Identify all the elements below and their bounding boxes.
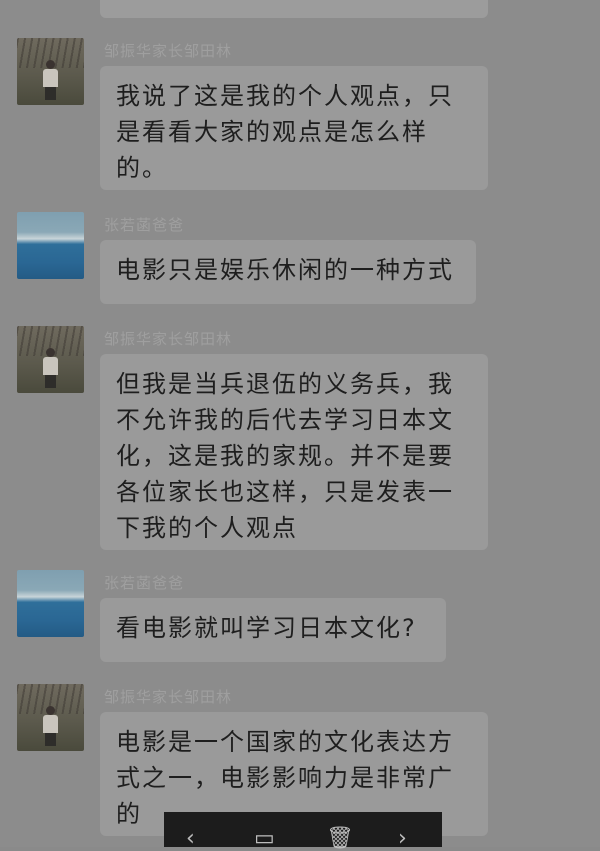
message-bubble[interactable]: 电影只是娱乐休闲的一种方式 (100, 240, 476, 304)
message-text-line: 的。 (116, 154, 168, 182)
avatar[interactable] (17, 684, 84, 751)
message-text-line: 下我的个人观点 (116, 514, 298, 542)
message-text-line: 不允许我的后代去学习日本文 (116, 406, 454, 434)
message-text-line: 化，这是我的家规。并不是要 (116, 442, 454, 470)
message-text-line: 各位家长也这样，只是发表一 (116, 478, 454, 506)
message-text-line: 看电影就叫学习日本文化? (116, 614, 417, 642)
message-text-line: 式之一，电影影响力是非常广 (116, 764, 454, 792)
message-text-line: 我说了这是我的个人观点，只 (116, 82, 454, 110)
image-viewer-toolbar: ‹ ▭ 🗑 › (164, 812, 442, 850)
avatar[interactable] (17, 212, 84, 279)
avatar[interactable] (17, 326, 84, 393)
avatar[interactable] (17, 570, 84, 637)
avatar[interactable] (17, 38, 84, 105)
previous-message-bubble (100, 0, 488, 18)
sender-name: 邹振华家长邹田林 (104, 330, 233, 348)
chat-area: 邹振华家长邹田林 我说了这是我的个人观点，只 是看看大家的观点是怎么样 的。 张… (0, 0, 600, 850)
message-text-line: 电影只是娱乐休闲的一种方式 (116, 256, 454, 284)
sender-name: 邹振华家长邹田林 (104, 688, 233, 706)
sender-name: 张若菡爸爸 (104, 574, 185, 592)
sender-name: 邹振华家长邹田林 (104, 42, 233, 60)
message-text-line: 电影是一个国家的文化表达方 (116, 728, 454, 756)
sender-name: 张若菡爸爸 (104, 216, 185, 234)
message-bubble[interactable]: 看电影就叫学习日本文化? (100, 598, 446, 662)
message-bubble[interactable]: 我说了这是我的个人观点，只 是看看大家的观点是怎么样 的。 (100, 66, 488, 190)
message-text-line: 是看看大家的观点是怎么样 (116, 118, 428, 146)
message-bubble[interactable]: 但我是当兵退伍的义务兵，我 不允许我的后代去学习日本文 化，这是我的家规。并不是… (100, 354, 488, 550)
message-text-line: 但我是当兵退伍的义务兵，我 (116, 370, 454, 398)
